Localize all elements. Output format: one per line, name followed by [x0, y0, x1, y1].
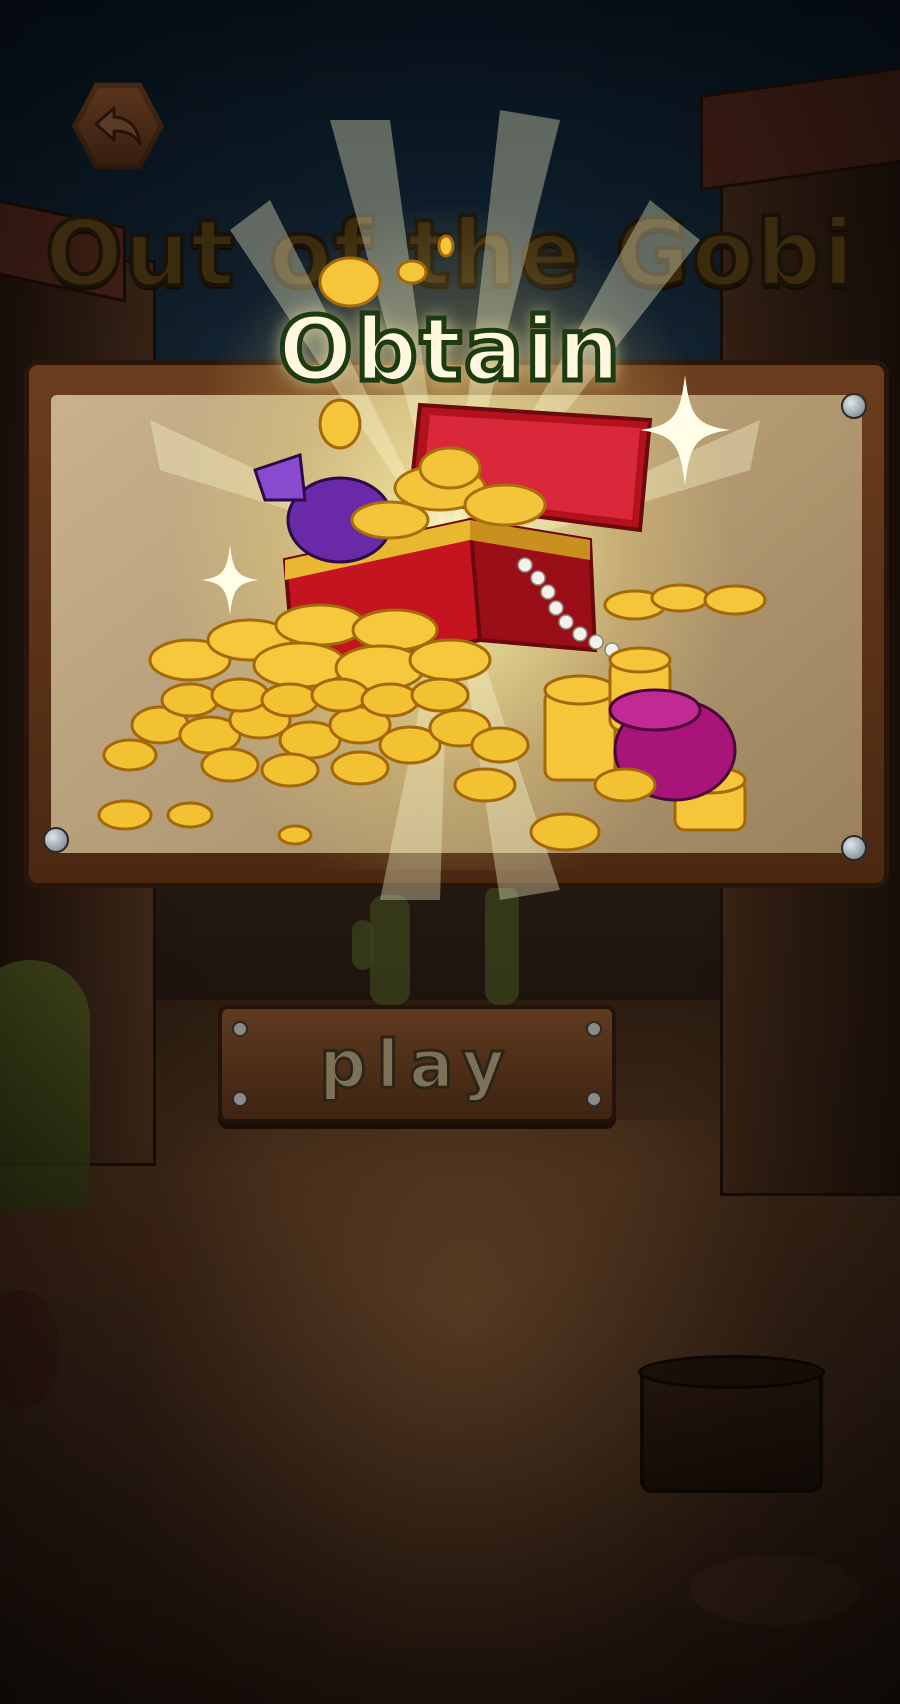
play-button[interactable]: play — [218, 1005, 616, 1123]
bolt — [586, 1091, 602, 1107]
sparkle-icon — [201, 545, 259, 615]
play-label: play — [318, 1024, 515, 1104]
obtain-label: Obtain — [275, 296, 623, 404]
treasure-chest-gold-icon — [97, 110, 767, 900]
bolt — [232, 1091, 248, 1107]
bolt — [586, 1021, 602, 1037]
bolt — [232, 1021, 248, 1037]
